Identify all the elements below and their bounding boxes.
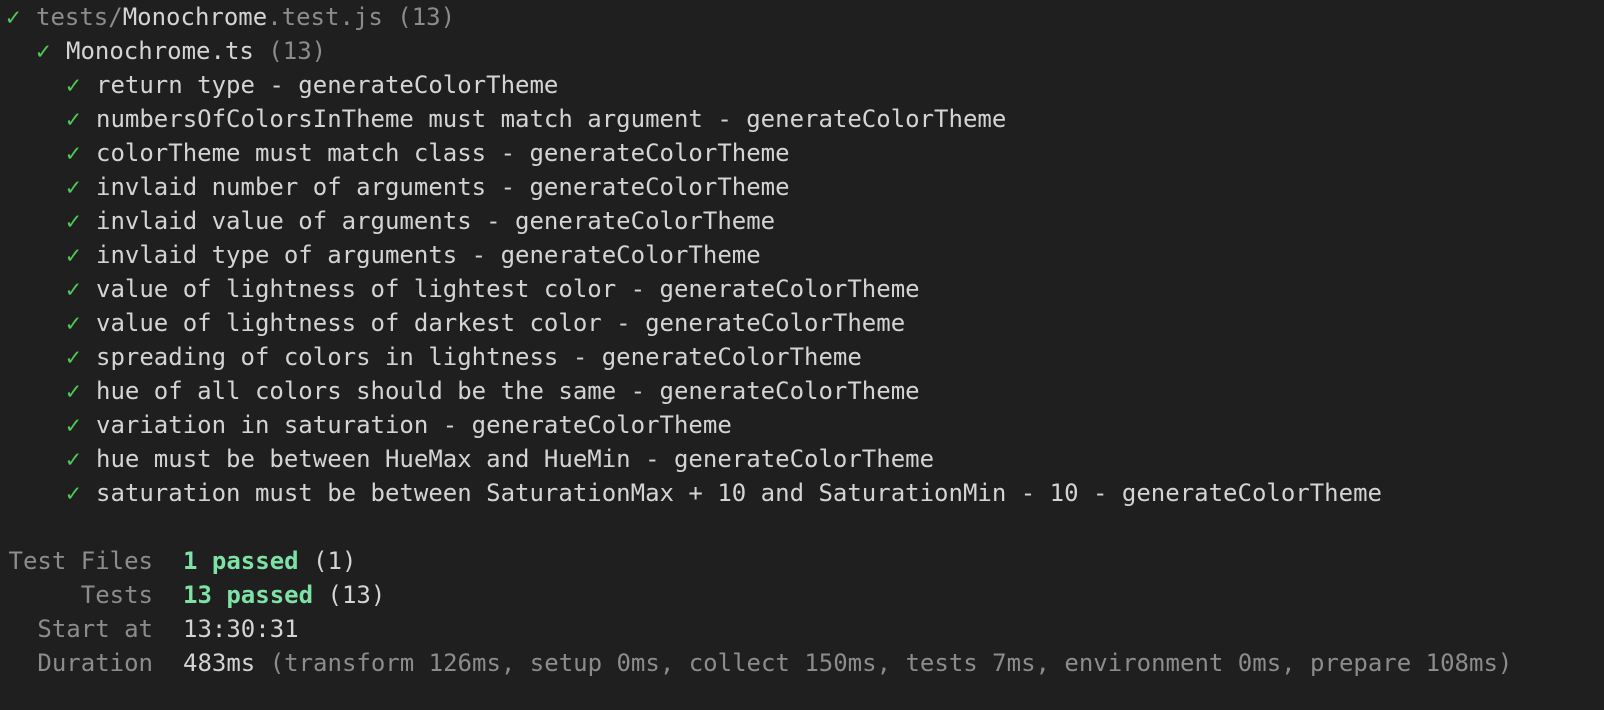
total-count: (1) [313, 547, 357, 575]
test-line: ✓ hue must be between HueMax and HueMin -… [6, 442, 1604, 476]
test-line: ✓ invlaid number of arguments - generateC… [6, 170, 1604, 204]
check-icon: ✓ [36, 37, 51, 65]
test-line: ✓ invlaid value of arguments - generateCo… [6, 204, 1604, 238]
file-test-count: (13) [397, 3, 456, 31]
test-name: return type - generateColorTheme [96, 71, 559, 99]
passed-count: 1 passed [183, 547, 299, 575]
suite-group-line: ✓ Monochrome.ts (13) [6, 34, 1604, 68]
check-icon: ✓ [66, 377, 81, 405]
group-name: Monochrome.ts [66, 37, 254, 65]
summary-test-files: Test Files 1 passed (1) [6, 544, 1604, 578]
check-icon: ✓ [66, 207, 81, 235]
check-icon: ✓ [66, 411, 81, 439]
check-icon: ✓ [66, 479, 81, 507]
group-test-count: (13) [268, 37, 327, 65]
check-icon: ✓ [66, 309, 81, 337]
summary-label: Start at [37, 615, 153, 643]
test-name: saturation must be between SaturationMax… [96, 479, 1382, 507]
test-name: spreading of colors in lightness - gener… [96, 343, 862, 371]
file-name: Monochrome [122, 3, 268, 31]
duration-detail: (transform 126ms, setup 0ms, collect 150… [269, 649, 1513, 677]
check-icon: ✓ [66, 241, 81, 269]
check-icon: ✓ [66, 71, 81, 99]
test-name: value of lightness of lightest color - g… [96, 275, 920, 303]
test-line: ✓ saturation must be between SaturationMa… [6, 476, 1604, 510]
test-line: ✓ numbersOfColorsInTheme must match argum… [6, 102, 1604, 136]
total-count: (13) [327, 581, 386, 609]
file-ext: .test.js [267, 3, 383, 31]
test-line: ✓ colorTheme must match class - generateC… [6, 136, 1604, 170]
summary-label: Tests [80, 581, 153, 609]
check-icon: ✓ [6, 3, 21, 31]
test-name: variation in saturation - generateColorT… [96, 411, 732, 439]
summary-label: Duration [37, 649, 153, 677]
test-name: hue must be between HueMax and HueMin - … [96, 445, 935, 473]
test-line: ✓ return type - generateColorTheme [6, 68, 1604, 102]
file-dir: tests/ [36, 3, 123, 31]
summary-tests: Tests 13 passed (13) [6, 578, 1604, 612]
start-time: 13:30:31 [183, 615, 299, 643]
test-line: ✓ hue of all colors should be the same - … [6, 374, 1604, 408]
summary-label: Test Files [8, 547, 154, 575]
check-icon: ✓ [66, 105, 81, 133]
check-icon: ✓ [66, 173, 81, 201]
test-line: ✓ invlaid type of arguments - generateCol… [6, 238, 1604, 272]
check-icon: ✓ [66, 139, 81, 167]
test-name: numbersOfColorsInTheme must match argume… [96, 105, 1007, 133]
test-name: invlaid value of arguments - generateCol… [96, 207, 776, 235]
test-name: colorTheme must match class - generateCo… [96, 139, 790, 167]
test-line: ✓ value of lightness of darkest color - g… [6, 306, 1604, 340]
test-line: ✓ variation in saturation - generateColor… [6, 408, 1604, 442]
test-name: hue of all colors should be the same - g… [96, 377, 920, 405]
passed-count: 13 passed [183, 581, 314, 609]
test-name: value of lightness of darkest color - ge… [96, 309, 906, 337]
test-line: ✓ value of lightness of lightest color - … [6, 272, 1604, 306]
check-icon: ✓ [66, 343, 81, 371]
test-name: invlaid type of arguments - generateColo… [96, 241, 761, 269]
terminal-output: ✓ tests/Monochrome.test.js (13) ✓ Monochro… [6, 0, 1604, 680]
duration-value: 483ms [183, 649, 256, 677]
test-line: ✓ spreading of colors in lightness - gene… [6, 340, 1604, 374]
summary-start-at: Start at 13:30:31 [6, 612, 1604, 646]
summary-duration: Duration 483ms (transform 126ms, setup 0m… [6, 646, 1604, 680]
test-list: ✓ return type - generateColorTheme ✓ number… [6, 68, 1604, 510]
check-icon: ✓ [66, 275, 81, 303]
test-name: invlaid number of arguments - generateCo… [96, 173, 790, 201]
suite-file-line: ✓ tests/Monochrome.test.js (13) [6, 0, 1604, 34]
check-icon: ✓ [66, 445, 81, 473]
